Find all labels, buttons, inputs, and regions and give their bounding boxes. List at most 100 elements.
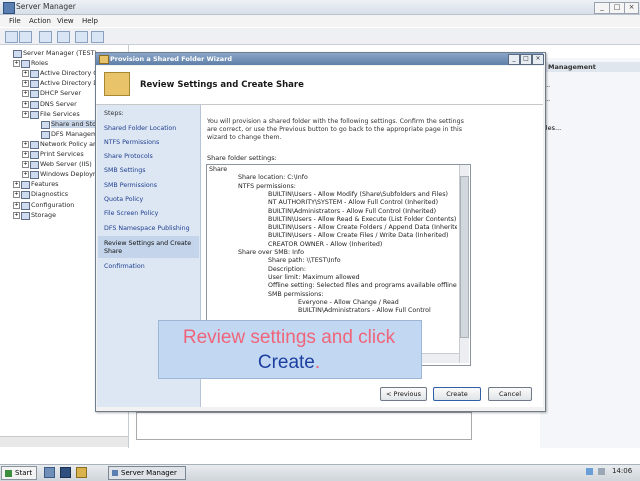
properties-icon[interactable] <box>91 31 104 43</box>
tree-expander[interactable]: + <box>22 151 29 158</box>
tree-expander[interactable]: + <box>13 211 20 219</box>
tree-expander[interactable]: + <box>22 140 29 148</box>
show-hide-tree-icon[interactable] <box>57 31 70 43</box>
menu-action[interactable]: Action <box>29 17 51 25</box>
tree-expander[interactable]: + <box>13 201 20 209</box>
create-button[interactable]: Create <box>433 387 481 401</box>
menu-file[interactable]: File <box>9 17 21 25</box>
tree-item[interactable]: Active Directory D <box>40 79 98 87</box>
tree-expander[interactable]: + <box>22 171 29 179</box>
windows-logo-icon <box>5 469 12 477</box>
settings-line: NTFS permissions: <box>238 182 296 190</box>
tree-node-icon <box>41 130 50 139</box>
network-tray-icon[interactable] <box>586 468 593 475</box>
taskbar-server-manager[interactable]: Server Manager <box>108 466 186 480</box>
tree-item[interactable]: Features <box>31 180 58 188</box>
tree-expander[interactable]: + <box>22 70 29 78</box>
start-button[interactable]: Start <box>1 466 37 480</box>
tree-item[interactable]: Configuration <box>31 201 74 209</box>
tree-item[interactable]: Share and Sto <box>51 119 96 128</box>
maximize-button[interactable]: □ <box>609 2 625 14</box>
start-label: Start <box>15 469 33 477</box>
settings-line: Share <box>209 166 228 173</box>
wizard-close-button[interactable]: × <box>532 54 544 65</box>
tree-item[interactable]: File Services <box>40 110 80 118</box>
tree-item[interactable]: DFS Managem <box>51 130 97 138</box>
wizard-page-title: Review Settings and Create Share <box>140 80 304 90</box>
wizard-step: Review Settings and Create Share <box>104 240 192 255</box>
tree-item[interactable]: Roles <box>31 59 48 67</box>
up-folder-icon[interactable] <box>39 31 52 43</box>
tree-node-icon <box>30 161 39 170</box>
tree-item[interactable]: Storage <box>31 211 56 219</box>
previous-button[interactable]: < Previous <box>380 387 427 401</box>
server-manager-titlebar <box>0 0 640 15</box>
minimize-button[interactable]: _ <box>594 2 610 14</box>
tree-item[interactable]: Windows Deployme <box>40 170 103 178</box>
tree-horizontal-scrollbar[interactable] <box>0 436 128 447</box>
settings-line: CREATOR OWNER - Allow (Inherited) <box>268 240 383 248</box>
cancel-button[interactable]: Cancel <box>488 387 532 401</box>
settings-line: Share path: \\TEST\Info <box>268 257 341 265</box>
server-manager-task-icon <box>112 470 118 476</box>
tree-expander[interactable]: + <box>22 161 29 169</box>
settings-line: User limit: Maximum allowed <box>268 273 360 281</box>
steps-heading: Steps: <box>104 110 124 117</box>
back-arrow-icon[interactable] <box>5 31 18 43</box>
wizard-step: File Screen Policy <box>104 210 159 217</box>
tree-item[interactable]: Active Directory C <box>40 69 98 77</box>
tree-item[interactable]: Server Manager (TEST) <box>23 49 97 57</box>
actions-pane-title: Management <box>548 63 596 71</box>
window-title: Server Manager <box>16 2 76 11</box>
settings-line: BUILTIN\Users - Allow Read & Execute (Li… <box>268 215 457 223</box>
wizard-title: Provision a Shared Folder Wizard <box>110 55 233 63</box>
action-item[interactable]: iles... <box>544 124 561 132</box>
settings-line: BUILTIN\Users - Allow Create Files / Wri… <box>268 232 449 240</box>
volume-tray-icon[interactable] <box>598 468 605 475</box>
wizard-maximize-button[interactable]: □ <box>520 54 532 65</box>
settings-line: NT AUTHORITY\SYSTEM - Allow Full Control… <box>268 199 439 207</box>
tree-expander[interactable]: + <box>13 60 20 68</box>
tree-node-icon <box>21 211 30 220</box>
tree-item[interactable]: Print Services <box>40 150 84 158</box>
settings-line: Share over SMB: Info <box>238 249 305 256</box>
menu-view[interactable]: View <box>57 17 74 25</box>
tree-expander[interactable]: + <box>22 90 29 98</box>
tree-item[interactable]: Diagnostics <box>31 190 68 198</box>
settings-line: BUILTIN\Users - Allow Create Folders / A… <box>268 224 457 232</box>
help-icon[interactable] <box>75 31 88 43</box>
callout-line-1: Review settings and click <box>182 327 396 348</box>
wizard-step: SMB Permissions <box>104 182 157 189</box>
wizard-minimize-button[interactable]: _ <box>508 54 520 65</box>
tree-node-icon <box>30 80 39 89</box>
tree-item[interactable]: Network Policy and <box>40 140 101 148</box>
wizard-title-icon <box>99 55 109 64</box>
settings-line: BUILTIN\Users - Allow Modify (Share\Subf… <box>268 190 448 198</box>
tree-item[interactable]: DHCP Server <box>40 89 81 97</box>
close-button[interactable]: × <box>624 2 639 14</box>
tree-expander[interactable]: + <box>13 181 20 189</box>
scrollbar-thumb[interactable] <box>460 176 469 338</box>
tree-expander[interactable]: + <box>13 191 20 199</box>
tree-item[interactable]: Web Server (IIS) <box>40 160 92 168</box>
forward-arrow-icon[interactable] <box>19 31 32 43</box>
tree-item[interactable]: DNS Server <box>40 100 77 108</box>
explorer-icon[interactable] <box>76 467 87 478</box>
server-manager-quicklaunch-icon[interactable] <box>44 467 55 478</box>
tree-expander[interactable]: + <box>22 80 29 88</box>
command-prompt-icon[interactable] <box>60 467 71 478</box>
tree-node-icon <box>21 60 30 69</box>
wizard-intro-text: You will provision a shared folder with … <box>207 118 464 141</box>
tree-node-icon <box>30 70 39 79</box>
settings-line: Everyone - Allow Change / Read <box>298 298 399 306</box>
settings-line: Offline setting: Selected files and prog… <box>268 282 457 290</box>
menu-help[interactable]: Help <box>82 17 98 25</box>
wizard-step: Shared Folder Location <box>104 125 177 132</box>
wizard-step: Share Protocols <box>104 153 153 160</box>
settings-line: SMB permissions: <box>268 290 324 298</box>
tree-expander[interactable]: + <box>22 100 29 108</box>
callout-line-2: Create. <box>158 352 420 374</box>
tree-node-icon <box>41 120 50 129</box>
callout-create-text: Create <box>257 352 315 373</box>
tree-expander[interactable]: + <box>22 110 29 118</box>
